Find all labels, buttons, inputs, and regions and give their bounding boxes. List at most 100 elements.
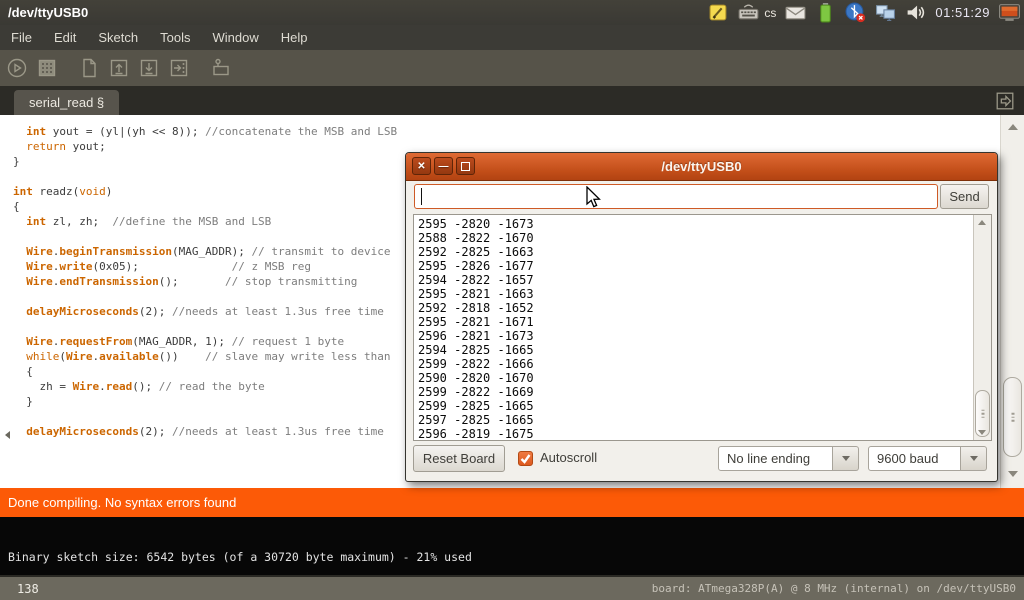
serial-data-line: 2597 -2825 -1665: [418, 413, 534, 427]
scrollbar-thumb[interactable]: [1003, 377, 1022, 457]
scroll-down-icon[interactable]: [1008, 471, 1018, 477]
active-window-title: /dev/ttyUSB0: [0, 5, 88, 20]
maximize-button[interactable]: [456, 157, 475, 175]
volume-icon: [905, 2, 926, 23]
serial-output-area[interactable]: 2595 -2820 -16732588 -2822 -16702592 -28…: [413, 214, 992, 441]
serial-data-line: 2594 -2825 -1665: [418, 343, 534, 357]
serial-monitor-button[interactable]: [208, 55, 234, 81]
note-indicator[interactable]: [708, 2, 729, 23]
serial-data-line: 2590 -2820 -1670: [418, 371, 534, 385]
mail-indicator[interactable]: [785, 2, 806, 23]
network-icon: [875, 2, 896, 23]
code-line: while(Wire.available()) // slave may wri…: [13, 349, 397, 364]
code-line: int zl, zh; //define the MSB and LSB: [13, 214, 397, 229]
clock[interactable]: 01:51:29: [935, 5, 990, 20]
scroll-down-icon[interactable]: [978, 430, 986, 435]
open-button[interactable]: [106, 55, 132, 81]
volume-indicator[interactable]: [905, 2, 926, 23]
bluetooth-icon: [845, 2, 866, 23]
line-ending-dropdown-icon[interactable]: [833, 446, 859, 471]
checkmark-icon: [519, 452, 532, 465]
console-output: Binary sketch size: 6542 bytes (of a 307…: [0, 517, 1024, 575]
serial-data-line: 2594 -2822 -1657: [418, 273, 534, 287]
code-line: Wire.beginTransmission(MAG_ADDR); // tra…: [13, 244, 397, 259]
board-indicator: board: ATmega328P(A) @ 8 MHz (internal) …: [652, 582, 1024, 595]
menu-item-edit[interactable]: Edit: [43, 25, 87, 50]
new-sketch-button[interactable]: [76, 55, 102, 81]
console-text: Binary sketch size: 6542 bytes (of a 307…: [0, 517, 1024, 564]
serial-data-line: 2595 -2826 -1677: [418, 259, 534, 273]
close-button[interactable]: ✕: [412, 157, 431, 175]
tab-serial-read[interactable]: serial_read §: [14, 90, 119, 115]
serial-monitor-icon: [209, 56, 233, 80]
code-line: int readz(void): [13, 184, 397, 199]
stop-icon: [35, 56, 59, 80]
menu-item-window[interactable]: Window: [201, 25, 269, 50]
menu-item-sketch[interactable]: Sketch: [87, 25, 149, 50]
serial-output-text: 2595 -2820 -16732588 -2822 -16702592 -28…: [418, 217, 534, 441]
line-number-indicator: 138: [0, 582, 39, 596]
battery-indicator[interactable]: [815, 2, 836, 23]
code-line: [13, 319, 397, 334]
minimize-button[interactable]: —: [434, 157, 453, 175]
keyboard-indicator[interactable]: [738, 2, 759, 23]
serial-data-line: 2592 -2818 -1652: [418, 301, 534, 315]
reset-board-button[interactable]: Reset Board: [413, 445, 505, 472]
keyboard-layout-indicator[interactable]: cs: [764, 6, 776, 20]
network-indicator[interactable]: [875, 2, 896, 23]
code-line: zh = Wire.read(); // read the byte: [13, 379, 397, 394]
code-line: }: [13, 154, 397, 169]
baud-dropdown-icon[interactable]: [961, 446, 987, 471]
menu-item-file[interactable]: File: [0, 25, 43, 50]
toolbar: [0, 50, 1024, 86]
menu-bar: FileEditSketchToolsWindowHelp: [0, 25, 1024, 50]
stop-button[interactable]: [34, 55, 60, 81]
code-line: delayMicroseconds(2); //needs at least 1…: [13, 424, 397, 439]
tab-bar: serial_read §: [0, 86, 1024, 115]
desktop: /dev/ttyUSB0 cs 01:51:29 FileEditSketchTo…: [0, 0, 1024, 600]
line-ending-select[interactable]: No line ending: [718, 446, 833, 471]
serial-data-line: 2599 -2822 -1669: [418, 385, 534, 399]
thumb-grip: [1011, 413, 1014, 422]
code-line: int yout = (yl|(yh << 8)); //concatenate…: [13, 124, 397, 139]
serial-data-line: 2599 -2825 -1665: [418, 399, 534, 413]
serial-send-input[interactable]: [414, 184, 938, 209]
hscroll-left-arrow-icon[interactable]: [5, 431, 10, 439]
bluetooth-indicator[interactable]: [845, 2, 866, 23]
menu-item-tools[interactable]: Tools: [149, 25, 201, 50]
code-line: Wire.write(0x05); // z MSB reg: [13, 259, 397, 274]
serial-data-line: 2599 -2822 -1666: [418, 357, 534, 371]
session-icon: [999, 2, 1020, 23]
compile-status-bar: Done compiling. No syntax errors found: [0, 488, 1024, 517]
code-line: }: [13, 394, 397, 409]
session-indicator[interactable]: [999, 2, 1020, 23]
verify-icon: [5, 56, 29, 80]
serial-data-line: 2595 -2820 -1673: [418, 217, 534, 231]
open-icon: [107, 56, 131, 80]
serial-data-line: 2595 -2821 -1671: [418, 315, 534, 329]
menu-item-help[interactable]: Help: [270, 25, 319, 50]
serial-scrollbar[interactable]: [973, 215, 991, 440]
thumb-grip: [981, 409, 984, 418]
serial-data-line: 2595 -2821 -1663: [418, 287, 534, 301]
autoscroll-label[interactable]: Autoscroll: [540, 450, 597, 465]
scroll-up-icon[interactable]: [1008, 124, 1018, 130]
send-button[interactable]: Send: [940, 184, 989, 209]
serial-monitor-titlebar[interactable]: /dev/ttyUSB0 ✕ —: [406, 153, 997, 181]
scroll-up-icon[interactable]: [978, 220, 986, 225]
verify-button[interactable]: [4, 55, 30, 81]
editor-scrollbar[interactable]: [1000, 115, 1024, 488]
upload-button[interactable]: [166, 55, 192, 81]
mail-icon: [785, 2, 806, 23]
code-line: [13, 169, 397, 184]
save-icon: [137, 56, 161, 80]
code-text: int yout = (yl|(yh << 8)); //concatenate…: [13, 124, 397, 439]
serial-data-line: 2592 -2825 -1663: [418, 245, 534, 259]
status-bar: 138 board: ATmega328P(A) @ 8 MHz (intern…: [0, 575, 1024, 600]
tab-menu-button[interactable]: [994, 90, 1016, 112]
save-button[interactable]: [136, 55, 162, 81]
new-icon: [77, 56, 101, 80]
system-tray: cs 01:51:29: [708, 2, 1024, 23]
baud-rate-select[interactable]: 9600 baud: [868, 446, 961, 471]
autoscroll-checkbox[interactable]: [518, 451, 533, 466]
